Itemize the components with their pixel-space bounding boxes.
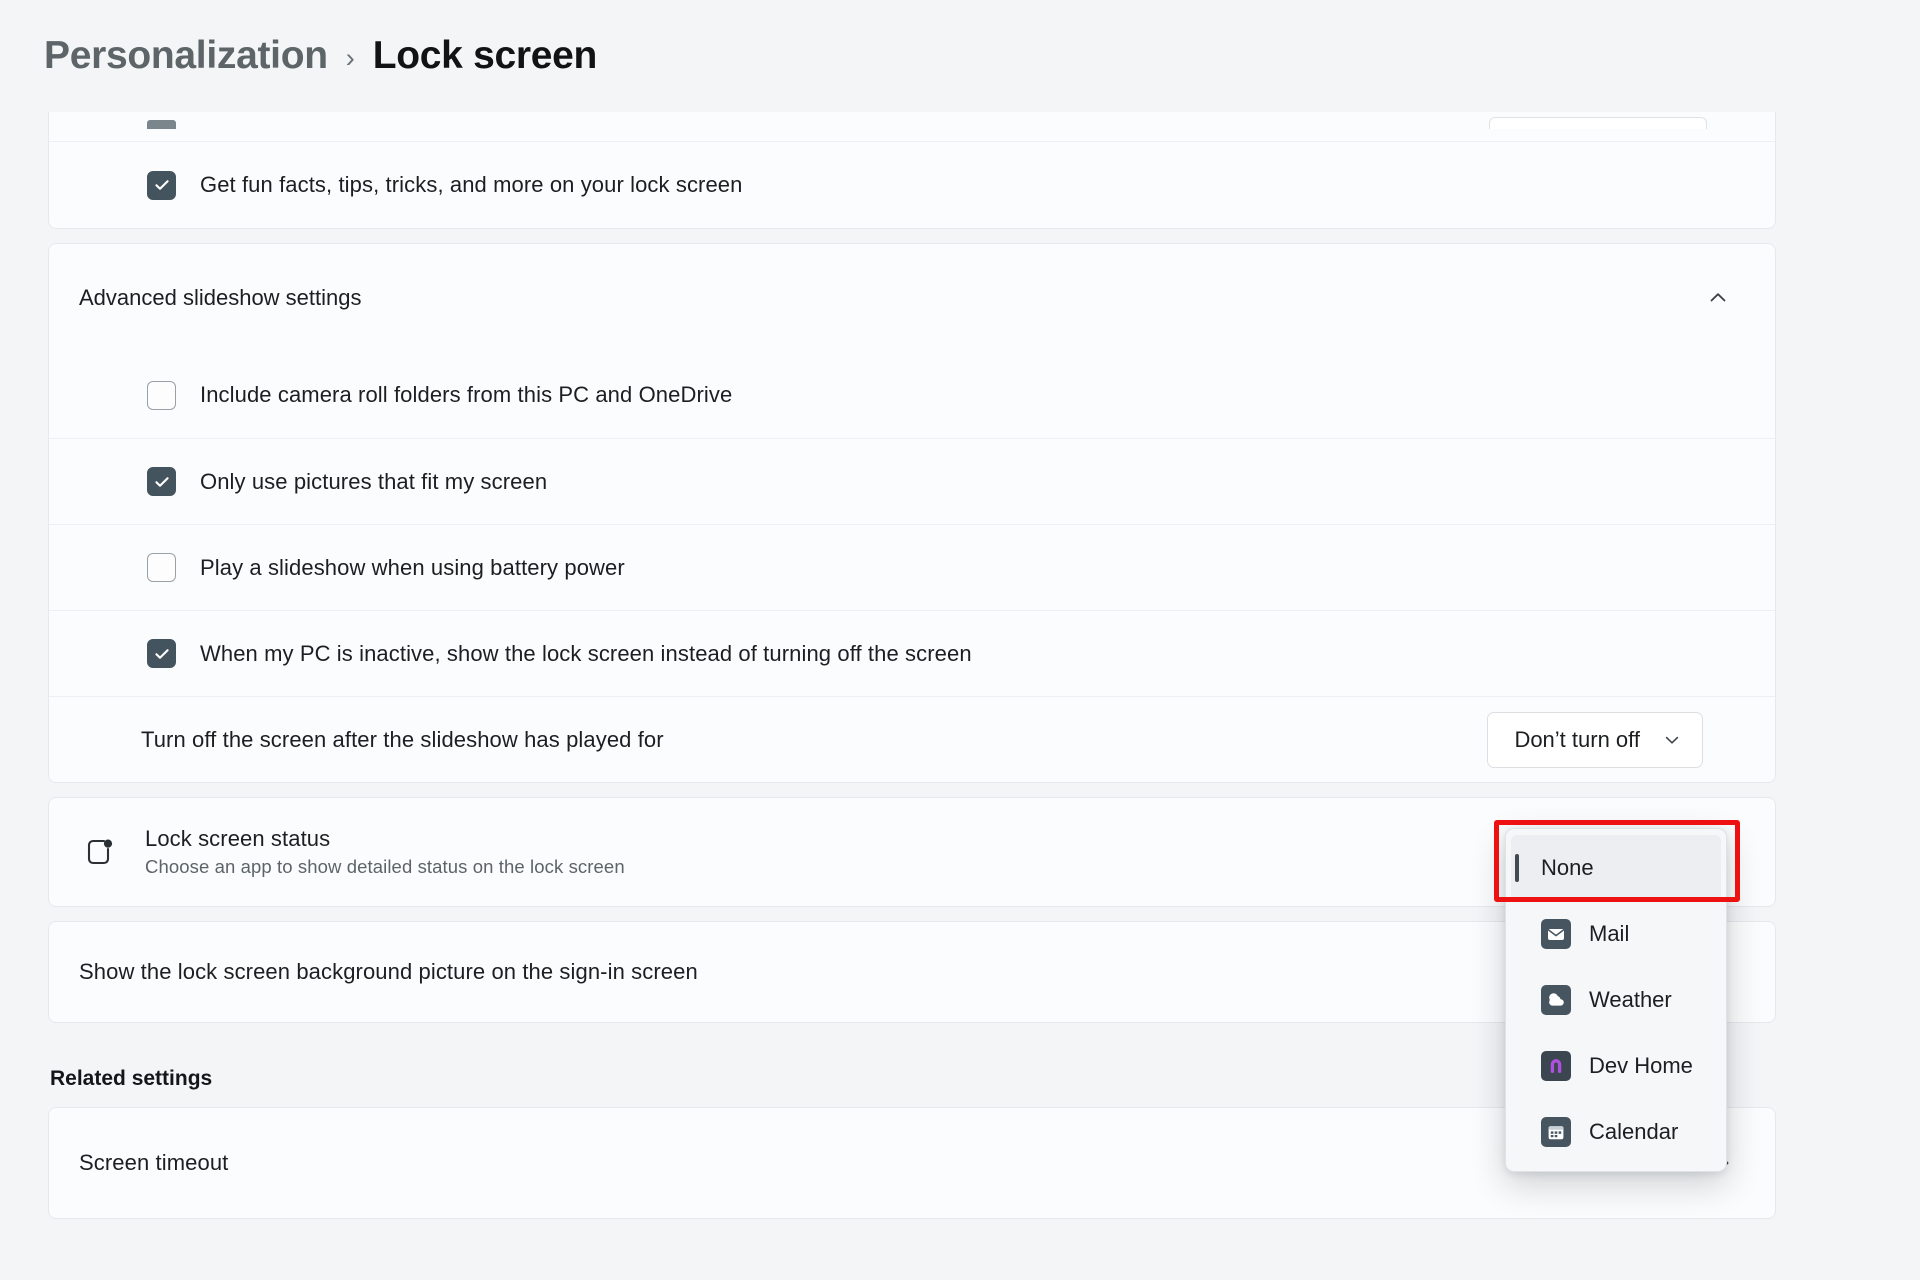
checkbox-include-camera-roll[interactable] [147,381,176,410]
menu-item-calendar[interactable]: Calendar [1511,1099,1721,1165]
menu-item-mail-label: Mail [1589,921,1629,947]
label-screen-timeout: Screen timeout [79,1150,228,1176]
menu-item-none-label: None [1541,855,1594,881]
menu-item-dev-home-label: Dev Home [1589,1053,1693,1079]
expander-advanced-slideshow[interactable]: Advanced slideshow settings [49,244,1775,352]
clipped-checkbox-stub [147,120,176,129]
selection-indicator-bar [1515,854,1519,882]
label-slideshow-on-battery: Play a slideshow when using battery powe… [200,555,625,581]
row-turn-off-screen-after: Turn off the screen after the slideshow … [49,696,1775,782]
dropdown-turn-off-screen-after[interactable]: Don’t turn off [1487,712,1703,768]
row-inactive-lock-screen[interactable]: When my PC is inactive, show the lock sc… [49,610,1775,696]
mail-icon [1541,919,1571,949]
label-inactive-lock-screen: When my PC is inactive, show the lock sc… [200,641,972,667]
lock-screen-options-card: Get fun facts, tips, tricks, and more on… [48,112,1776,229]
label-fun-facts: Get fun facts, tips, tricks, and more on… [200,172,742,198]
chevron-down-icon [1662,730,1682,750]
lock-screen-status-text-block: Lock screen status Choose an app to show… [145,826,625,878]
row-include-camera-roll[interactable]: Include camera roll folders from this PC… [49,352,1775,438]
expander-title: Advanced slideshow settings [79,285,362,311]
checkbox-inactive-lock-screen[interactable] [147,639,176,668]
breadcrumb-parent-link[interactable]: Personalization [44,34,328,78]
weather-icon [1541,985,1571,1015]
clipped-row-above [49,112,1775,142]
lock-screen-status-flyout-menu[interactable]: None Mail Weather Dev Home [1505,828,1727,1172]
checkbox-slideshow-on-battery[interactable] [147,553,176,582]
lock-screen-status-subtitle: Choose an app to show detailed status on… [145,856,625,878]
clipped-dropdown-stub [1489,117,1707,129]
lock-screen-status-title: Lock screen status [145,826,625,852]
menu-item-calendar-label: Calendar [1589,1119,1678,1145]
calendar-icon [1541,1117,1571,1147]
label-signin-background: Show the lock screen background picture … [79,959,698,985]
status-badge-icon [79,832,119,872]
checkbox-fun-facts[interactable] [147,171,176,200]
breadcrumb: Personalization › Lock screen [44,34,597,78]
devhome-icon [1541,1051,1571,1081]
row-slideshow-on-battery[interactable]: Play a slideshow when using battery powe… [49,524,1775,610]
dropdown-selected-value: Don’t turn off [1514,727,1640,753]
label-turn-off-screen-after: Turn off the screen after the slideshow … [141,727,664,753]
menu-item-dev-home[interactable]: Dev Home [1511,1033,1721,1099]
checkbox-only-fitting-pictures[interactable] [147,467,176,496]
chevron-up-icon[interactable] [1701,281,1735,315]
page-title: Lock screen [373,34,597,78]
label-include-camera-roll: Include camera roll folders from this PC… [200,382,732,408]
row-fun-facts[interactable]: Get fun facts, tips, tricks, and more on… [49,142,1775,228]
chevron-right-icon: › [346,43,355,74]
menu-item-none[interactable]: None [1511,835,1721,901]
menu-item-weather-label: Weather [1589,987,1672,1013]
advanced-slideshow-card: Advanced slideshow settings Include came… [48,243,1776,783]
row-only-fitting-pictures[interactable]: Only use pictures that fit my screen [49,438,1775,524]
label-only-fitting-pictures: Only use pictures that fit my screen [200,469,547,495]
menu-item-weather[interactable]: Weather [1511,967,1721,1033]
menu-item-mail[interactable]: Mail [1511,901,1721,967]
